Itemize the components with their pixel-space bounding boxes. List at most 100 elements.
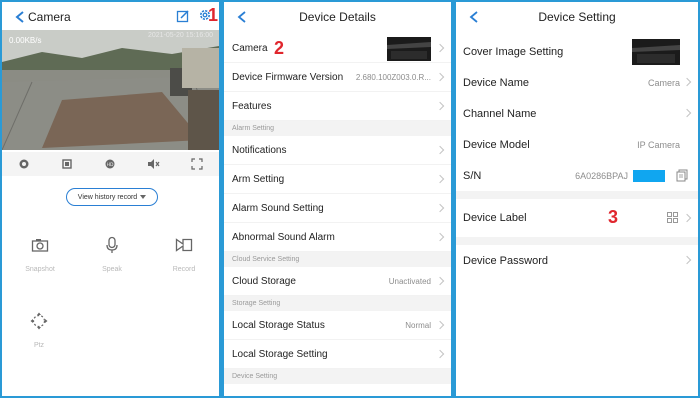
chevron-right-icon: [682, 108, 692, 118]
local-storage-status-label: Local Storage Status: [232, 319, 325, 331]
bitrate-readout: 0.00KB/s: [9, 36, 42, 45]
svg-text:HD: HD: [107, 162, 114, 168]
abnormal-sound-label: Abnormal Sound Alarm: [232, 231, 335, 243]
device-name-row[interactable]: Device Name Camera: [456, 67, 698, 98]
device-setting-list: Cover Image Setting Device Name Camera C…: [456, 36, 698, 276]
device-details-list: Camera 2 Device Firmware Version 2.680.1…: [224, 34, 451, 384]
copy-icon[interactable]: [676, 169, 688, 185]
history-button-label: View history record: [77, 193, 138, 201]
cover-image-row[interactable]: Cover Image Setting: [456, 36, 698, 67]
features-row[interactable]: Features: [224, 92, 451, 121]
cloud-storage-value: Unactivated: [388, 276, 431, 286]
chevron-right-icon: [435, 101, 445, 111]
alarm-sound-label: Alarm Sound Setting: [232, 202, 324, 214]
page-title: Device Details: [299, 10, 376, 24]
device-name-label: Device Name: [463, 76, 530, 89]
stop-icon[interactable]: [59, 156, 75, 172]
snapshot-button[interactable]: Snapshot: [15, 234, 65, 273]
ptz-icon: [14, 310, 64, 332]
features-label: Features: [232, 100, 272, 112]
camera-header: Camera 1: [2, 2, 219, 32]
chevron-right-icon: [435, 43, 445, 53]
camera-icon: [15, 234, 65, 256]
live-video-feed[interactable]: 0.00KB/s 2021-05-20 15:16:00: [2, 30, 219, 150]
speak-button[interactable]: Speak: [87, 234, 137, 273]
device-model-value: IP Camera: [637, 139, 680, 150]
chevron-down-icon: [140, 195, 147, 199]
page-title: Device Setting: [538, 10, 616, 24]
step-marker-3: 3: [608, 207, 619, 227]
camera-thumbnail: [387, 37, 431, 61]
chevron-right-icon: [435, 145, 445, 155]
ptz-label: Ptz: [33, 342, 45, 349]
serial-redaction: [633, 170, 665, 182]
hd-icon[interactable]: HD: [102, 156, 118, 172]
device-model-row: Device Model IP Camera: [456, 129, 698, 160]
arm-setting-label: Arm Setting: [232, 173, 285, 185]
chevron-right-icon: [682, 213, 692, 223]
cloud-storage-row[interactable]: Cloud Storage Unactivated: [224, 267, 451, 296]
alarm-sound-row[interactable]: Alarm Sound Setting: [224, 194, 451, 223]
chevron-right-icon: [435, 232, 445, 242]
local-storage-status-value: Normal: [405, 320, 431, 330]
local-storage-status-row[interactable]: Local Storage Status Normal: [224, 311, 451, 340]
back-icon[interactable]: [466, 9, 482, 25]
cloud-storage-label: Cloud Storage: [232, 275, 296, 287]
back-icon[interactable]: [234, 9, 250, 25]
ptz-button[interactable]: Ptz: [14, 310, 64, 349]
channel-name-row[interactable]: Channel Name: [456, 98, 698, 129]
speak-label: Speak: [102, 266, 122, 273]
arm-setting-row[interactable]: Arm Setting: [224, 165, 451, 194]
section-device-setting: Device Setting: [224, 369, 451, 384]
device-password-row[interactable]: Device Password: [456, 245, 698, 276]
microphone-icon: [87, 234, 137, 256]
chevron-right-icon: [435, 349, 445, 359]
device-setting-panel: Device Setting Cover Image Setting Devic…: [456, 2, 698, 396]
abnormal-sound-row[interactable]: Abnormal Sound Alarm: [224, 223, 451, 252]
video-record-icon: [159, 234, 209, 256]
device-label-label: Device Label: [463, 212, 527, 224]
chevron-right-icon: [435, 320, 445, 330]
device-name-value: Camera: [647, 77, 680, 88]
volume-icon[interactable]: [146, 156, 162, 172]
resolution-icon[interactable]: [16, 156, 32, 172]
local-storage-setting-label: Local Storage Setting: [232, 348, 328, 360]
device-setting-header: Device Setting: [456, 2, 698, 32]
chevron-right-icon: [435, 72, 445, 82]
record-button[interactable]: Record: [159, 234, 209, 273]
camera-row-label: Camera: [232, 42, 268, 54]
channel-name-label: Channel Name: [463, 107, 537, 120]
firmware-value: 2.680.100Z003.0.R...: [355, 72, 431, 82]
page-title: Camera: [28, 10, 71, 24]
device-details-panel: Device Details Camera 2 Device Firmware …: [224, 2, 451, 396]
step-marker-1: 1: [208, 5, 219, 25]
serial-number-row: S/N 6A0286BPAJ: [456, 160, 698, 191]
device-model-label: Device Model: [463, 138, 530, 151]
camera-scene-image: [2, 30, 219, 150]
edit-icon[interactable]: [176, 9, 190, 28]
section-cloud-service: Cloud Service Setting: [224, 252, 451, 267]
chevron-right-icon: [435, 203, 445, 213]
section-gap: [456, 237, 698, 245]
device-details-header: Device Details: [224, 2, 451, 32]
serial-number-value: 6A0286BPAJ: [575, 170, 628, 181]
fullscreen-icon[interactable]: [189, 156, 205, 172]
camera-row[interactable]: Camera 2: [224, 34, 451, 63]
device-label-row[interactable]: Device Label 3: [456, 199, 698, 237]
cover-thumbnail: [632, 39, 680, 65]
section-storage-setting: Storage Setting: [224, 296, 451, 311]
section-alarm-setting: Alarm Setting: [224, 121, 451, 136]
view-history-record-button[interactable]: View history record: [66, 188, 158, 206]
record-label: Record: [172, 266, 196, 273]
firmware-label: Device Firmware Version: [232, 71, 344, 83]
local-storage-setting-row[interactable]: Local Storage Setting: [224, 340, 451, 369]
back-icon[interactable]: [12, 9, 28, 25]
chevron-right-icon: [435, 276, 445, 286]
playback-controls: HD: [2, 152, 219, 176]
firmware-row[interactable]: Device Firmware Version 2.680.100Z003.0.…: [224, 63, 451, 92]
notifications-row[interactable]: Notifications: [224, 136, 451, 165]
section-gap: [456, 191, 698, 199]
chevron-right-icon: [682, 77, 692, 87]
video-timestamp: 2021-05-20 15:16:00: [148, 32, 213, 39]
chevron-right-icon: [682, 255, 692, 265]
